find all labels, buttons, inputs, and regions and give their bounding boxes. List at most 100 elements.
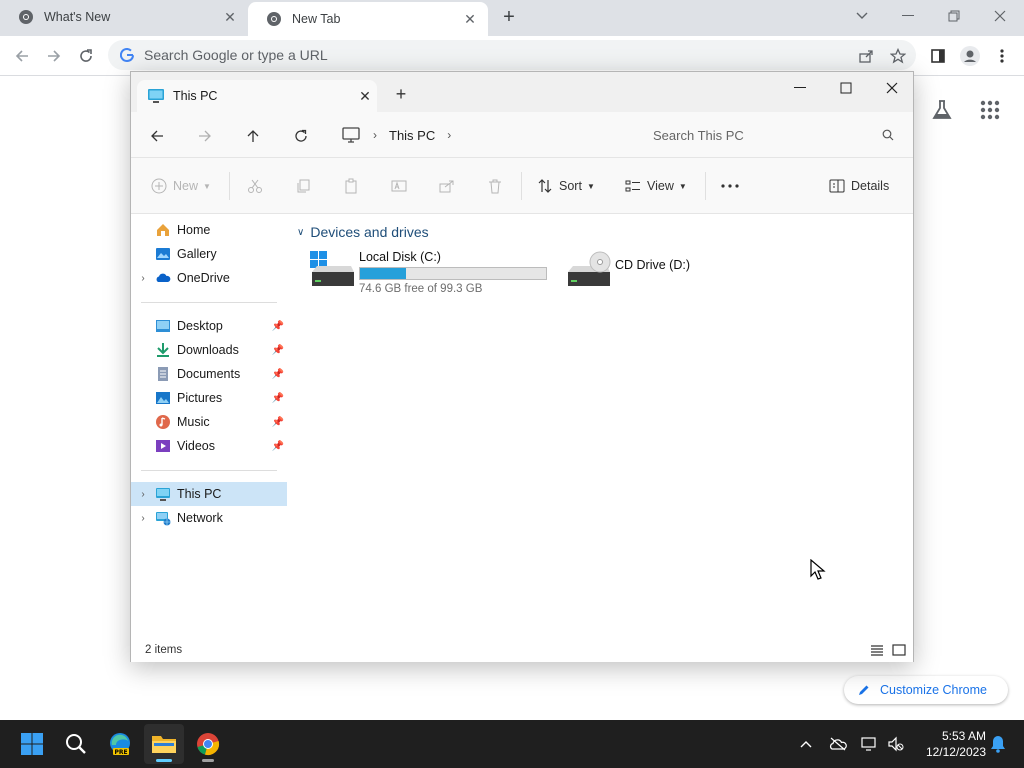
documents-icon [158, 367, 168, 381]
reload-icon[interactable] [74, 44, 98, 68]
network-icon [156, 512, 171, 526]
drive-cd-d[interactable]: CD Drive (D:) [565, 250, 690, 290]
pin-icon[interactable]: 📌 [269, 345, 287, 356]
network-tray-icon[interactable] [860, 734, 880, 754]
close-window-icon[interactable] [869, 74, 915, 102]
volume-muted-icon[interactable] [886, 734, 906, 754]
bookmark-star-icon[interactable] [886, 44, 910, 68]
back-icon[interactable] [145, 124, 169, 148]
chrome-tab-new-tab[interactable]: New Tab ✕ [248, 2, 488, 36]
pin-icon[interactable]: 📌 [269, 369, 287, 380]
sidebar-item-home[interactable]: Home [131, 218, 287, 242]
taskbar-chrome[interactable] [188, 724, 228, 764]
minimize-icon[interactable] [777, 74, 823, 102]
sidebar-item-documents[interactable]: Documents 📌 [131, 362, 287, 386]
more-options-icon[interactable] [721, 174, 739, 198]
explorer-tab-this-pc[interactable]: This PC ✕ [137, 80, 377, 112]
new-tab-button[interactable]: + [498, 6, 520, 28]
pin-icon[interactable]: 📌 [269, 417, 287, 428]
cd-drive-icon [568, 251, 611, 286]
chevron-right-icon[interactable]: › [131, 489, 155, 500]
details-button[interactable]: Details [829, 174, 889, 198]
search-box[interactable]: Search This PC [637, 118, 903, 152]
start-icon [21, 733, 43, 755]
view-button[interactable]: View ▼ [625, 174, 687, 198]
address-bar[interactable]: › This PC › [335, 118, 627, 152]
pin-icon[interactable]: 📌 [269, 393, 287, 404]
copy-button[interactable] [295, 174, 311, 198]
new-label: New [173, 179, 199, 193]
chrome-menu-icon[interactable] [990, 44, 1014, 68]
onedrive-offline-icon[interactable] [828, 734, 848, 754]
sidebar-item-videos[interactable]: Videos 📌 [131, 434, 287, 458]
chrome-icon [197, 733, 220, 756]
explorer-navbar: › This PC › Search This PC [131, 112, 913, 158]
refresh-icon[interactable] [289, 124, 313, 148]
chevron-up-icon[interactable] [796, 734, 816, 754]
cut-button[interactable] [247, 174, 263, 198]
taskbar-file-explorer[interactable] [144, 724, 184, 764]
omnibox[interactable]: Search Google or type a URL [108, 40, 916, 70]
sidebar-item-pictures[interactable]: Pictures 📌 [131, 386, 287, 410]
sidebar-item-onedrive[interactable]: › OneDrive [131, 266, 287, 290]
back-icon[interactable] [10, 44, 34, 68]
pin-icon[interactable]: 📌 [269, 441, 287, 452]
forward-icon[interactable] [42, 44, 66, 68]
notification-bell-icon[interactable] [988, 734, 1008, 754]
search-icon [66, 734, 86, 754]
sort-button[interactable]: Sort ▼ [537, 174, 595, 198]
share-icon[interactable] [854, 44, 878, 68]
up-icon[interactable] [241, 124, 265, 148]
rename-button[interactable] [391, 174, 407, 198]
pin-icon[interactable]: 📌 [269, 321, 287, 332]
maximize-icon[interactable] [823, 74, 869, 102]
chevron-right-icon[interactable]: › [131, 513, 155, 524]
delete-button[interactable] [487, 174, 503, 198]
sidebar-item-gallery[interactable]: Gallery [131, 242, 287, 266]
sort-icon [538, 179, 552, 193]
close-window-icon[interactable] [980, 4, 1020, 28]
item-count: 2 items [145, 644, 183, 656]
taskbar-edge-pre[interactable]: PRE [100, 724, 140, 764]
minimize-icon[interactable] [888, 4, 928, 28]
tab-search-icon[interactable] [842, 4, 882, 28]
drive-usage-bar [359, 267, 547, 280]
sidebar-item-desktop[interactable]: Desktop 📌 [131, 314, 287, 338]
new-button[interactable]: New ▼ [151, 174, 211, 198]
chevron-down-icon: ▼ [678, 181, 687, 191]
windows-drive-icon [310, 251, 354, 286]
drive-usage-fill [360, 268, 407, 279]
sidebar-item-network[interactable]: › Network [131, 506, 287, 530]
start-button[interactable] [12, 724, 52, 764]
sidebar-item-music[interactable]: Music 📌 [131, 410, 287, 434]
restore-icon[interactable] [934, 4, 974, 28]
paste-button[interactable] [343, 174, 359, 198]
labs-flask-icon[interactable] [928, 96, 956, 124]
side-panel-icon[interactable] [926, 44, 950, 68]
share-button[interactable] [439, 174, 455, 198]
close-tab-icon[interactable]: ✕ [222, 9, 238, 25]
details-view-icon[interactable] [869, 642, 885, 658]
chevron-right-icon[interactable]: › [373, 128, 377, 142]
system-clock[interactable]: 5:53 AM 12/12/2023 [914, 728, 986, 760]
chrome-tab-whats-new[interactable]: What's New ✕ [0, 0, 248, 34]
chevron-right-icon[interactable]: › [447, 128, 451, 142]
this-pc-icon [156, 488, 170, 501]
breadcrumb-this-pc[interactable]: This PC [389, 128, 435, 143]
drive-local-disk-c[interactable]: Local Disk (C:) 74.6 GB free of 99.3 GB [309, 250, 547, 295]
taskbar-search-button[interactable] [56, 724, 96, 764]
sidebar-item-this-pc[interactable]: › This PC [131, 482, 287, 506]
google-apps-icon[interactable] [976, 96, 1004, 124]
customize-chrome-button[interactable]: Customize Chrome [844, 676, 1008, 704]
chevron-right-icon[interactable]: › [131, 273, 155, 284]
explorer-titlebar: This PC ✕ + [131, 72, 913, 112]
forward-icon[interactable] [193, 124, 217, 148]
explorer-new-tab-button[interactable]: + [391, 84, 411, 104]
large-icons-view-icon[interactable] [891, 642, 907, 658]
plus-circle-icon [151, 178, 167, 194]
sidebar-item-downloads[interactable]: Downloads 📌 [131, 338, 287, 362]
profile-avatar-icon[interactable] [958, 44, 982, 68]
close-tab-icon[interactable]: ✕ [462, 11, 478, 27]
group-header-devices[interactable]: ∨ Devices and drives [297, 224, 429, 240]
close-tab-icon[interactable]: ✕ [353, 88, 377, 105]
